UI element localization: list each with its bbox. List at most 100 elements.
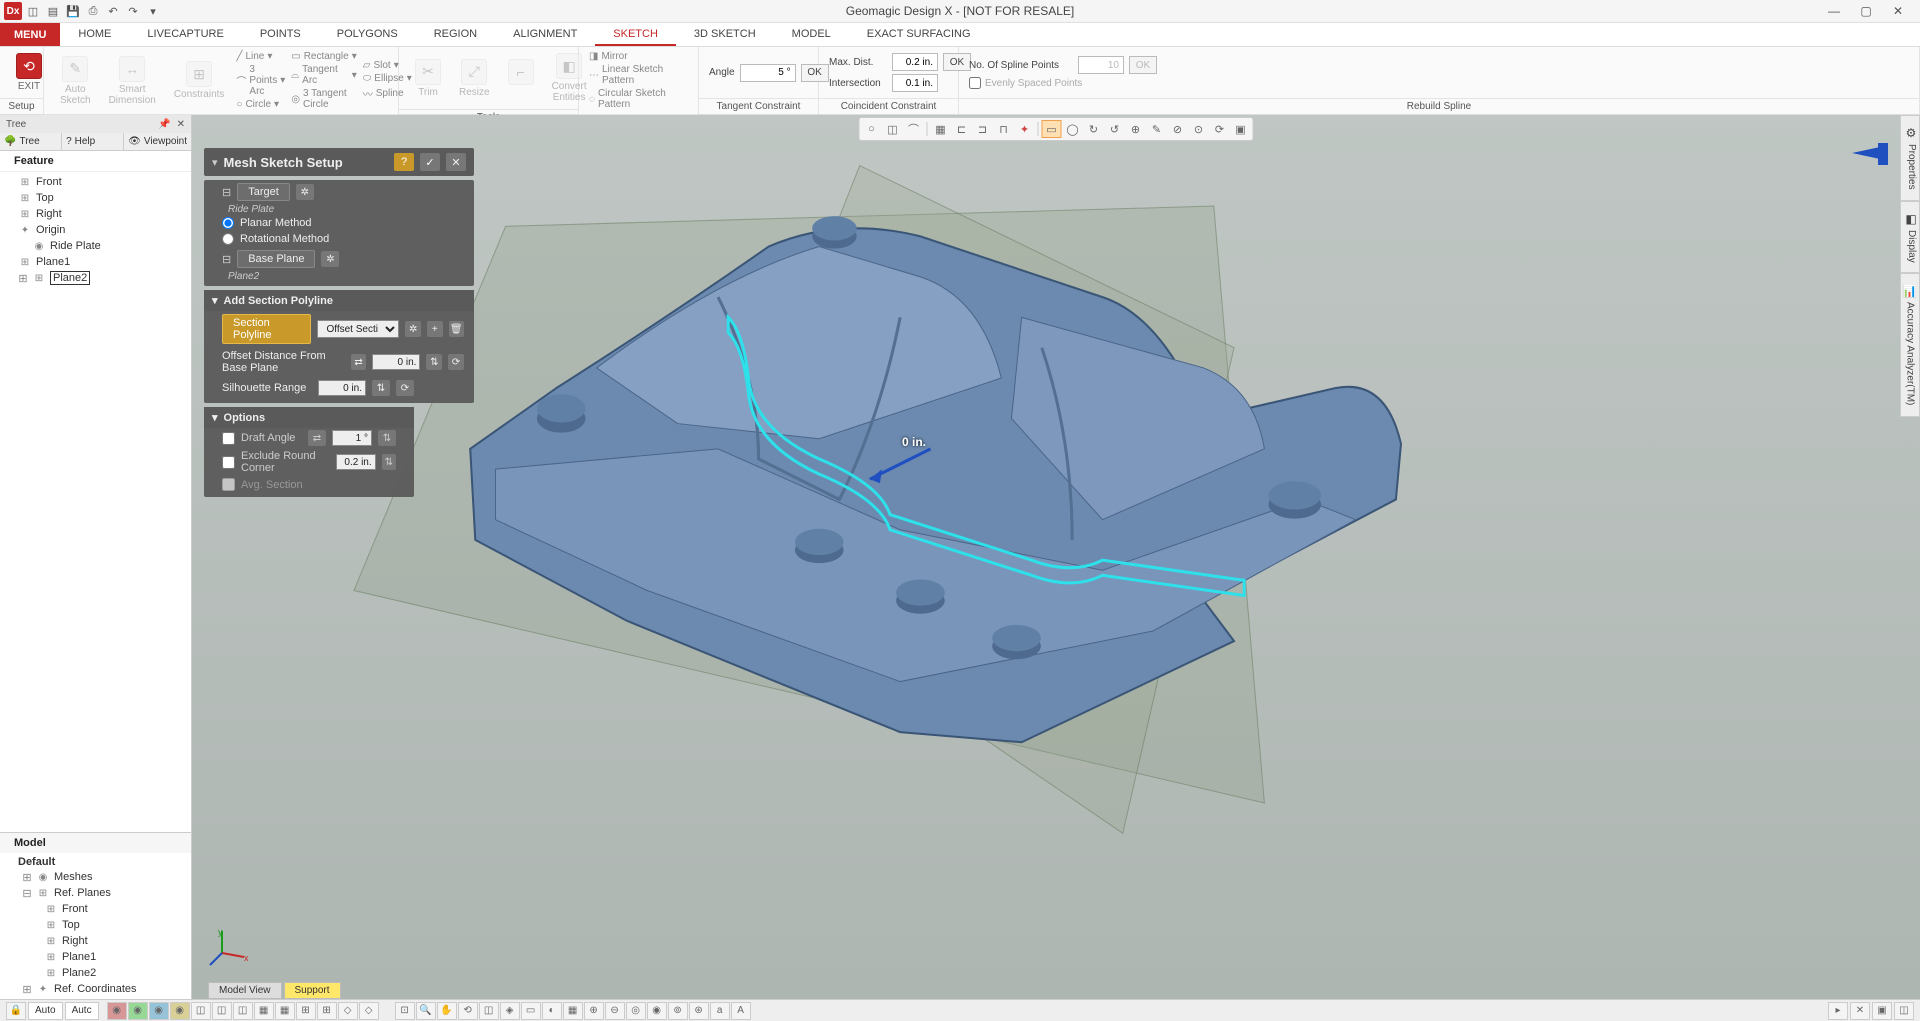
model-item-refplanes[interactable]: ⊟⊞Ref. Planes [0, 885, 191, 901]
exclude-round-checkbox[interactable] [222, 456, 235, 469]
view-pan[interactable]: ✋ [437, 1002, 457, 1020]
baseplane-select-icon[interactable]: ✲ [321, 251, 339, 267]
properties-bar[interactable]: ⚙Properties [1900, 115, 1920, 201]
tab-3dsketch[interactable]: 3D SKETCH [676, 23, 774, 46]
refresh-icon[interactable]: ⟳ [396, 380, 414, 396]
auto-sketch-button[interactable]: ✎ AutoSketch [54, 54, 97, 108]
offset-section-select[interactable]: Offset Section 1 [317, 320, 399, 338]
tree-item-origin[interactable]: ✦Origin [0, 222, 191, 238]
view-tool-11[interactable]: ↺ [1105, 120, 1125, 138]
tab-model[interactable]: MODEL [774, 23, 849, 46]
qat-print-icon[interactable]: ⎙ [84, 2, 102, 20]
view-iso[interactable]: ◈ [500, 1002, 520, 1020]
add-section-header[interactable]: ▾ Add Section Polyline [204, 290, 474, 311]
view-tool-7[interactable]: ⊓ [994, 120, 1014, 138]
view-x1[interactable]: ⊕ [584, 1002, 604, 1020]
tab-alignment[interactable]: ALIGNMENT [495, 23, 595, 46]
view-tool-6[interactable]: ⊐ [973, 120, 993, 138]
view-x6[interactable]: ⊛ [689, 1002, 709, 1020]
draft-angle-checkbox[interactable] [222, 432, 235, 445]
view-x3[interactable]: ◎ [626, 1002, 646, 1020]
view-tool-12[interactable]: ⊕ [1126, 120, 1146, 138]
target-select-icon[interactable]: ✲ [296, 184, 314, 200]
avg-section-checkbox[interactable] [222, 478, 235, 491]
arc-tool[interactable]: ⌒ 3 Points Arc ▾ [236, 64, 285, 97]
refresh-icon[interactable]: ⟳ [448, 354, 464, 370]
target-pill[interactable]: Target [237, 183, 290, 201]
minimize-button[interactable]: — [1822, 2, 1846, 20]
section-select-icon[interactable]: ✲ [405, 321, 421, 337]
vis-10[interactable]: ⊞ [296, 1002, 316, 1020]
status-r2[interactable]: ✕ [1850, 1002, 1870, 1020]
linear-pattern-tool[interactable]: ⋯ Linear Sketch Pattern [589, 64, 688, 86]
baseplane-pill[interactable]: Base Plane [237, 250, 315, 268]
tab-home[interactable]: HOME [60, 23, 129, 46]
tab-model-view[interactable]: Model View [208, 982, 282, 999]
qat-redo-icon[interactable]: ↷ [124, 2, 142, 20]
close-panel-icon[interactable]: ✕ [177, 119, 185, 130]
dialog-close-button[interactable]: ✕ [446, 153, 466, 171]
collapse-icon[interactable]: ⊟ [222, 253, 231, 266]
tree-tab-viewpoint[interactable]: 👁Viewpoint [124, 133, 191, 150]
tab-exactsurfacing[interactable]: EXACT SURFACING [849, 23, 989, 46]
view-tool-1[interactable]: ○ [862, 120, 882, 138]
view-tool-16[interactable]: ⟳ [1210, 120, 1230, 138]
qat-undo-icon[interactable]: ↶ [104, 2, 122, 20]
constraints-button[interactable]: ⊞ Constraints [168, 59, 231, 102]
flip-icon[interactable]: ⇄ [308, 430, 326, 446]
spinner-icon[interactable]: ⇅ [382, 454, 396, 470]
view-tool-4[interactable]: ▦ [931, 120, 951, 138]
view-fit[interactable]: ⊡ [395, 1002, 415, 1020]
lock-icon[interactable]: 🔒 [6, 1002, 26, 1020]
vis-8[interactable]: ▦ [254, 1002, 274, 1020]
dialog-titlebar[interactable]: ▾ Mesh Sketch Setup ? ✓ ✕ [204, 148, 474, 176]
tangent-circle-tool[interactable]: ◎ 3 Tangent Circle [291, 88, 357, 110]
tree-item-top[interactable]: ⊞Top [0, 190, 191, 206]
vis-6[interactable]: ◫ [212, 1002, 232, 1020]
close-button[interactable]: ✕ [1886, 2, 1910, 20]
fillet-button[interactable]: ⌐ [502, 57, 540, 100]
model-item-default[interactable]: Default [0, 855, 191, 869]
smart-dimension-button[interactable]: ↔ SmartDimension [103, 54, 162, 108]
view-zoom[interactable]: 🔍 [416, 1002, 436, 1020]
vis-2[interactable]: ◉ [128, 1002, 148, 1020]
view-tool-10[interactable]: ↻ [1084, 120, 1104, 138]
view-front[interactable]: ▭ [521, 1002, 541, 1020]
status-r4[interactable]: ◫ [1894, 1002, 1914, 1020]
qat-open-icon[interactable]: ▤ [44, 2, 62, 20]
angle-input[interactable] [740, 64, 796, 82]
tree-tab-help[interactable]: ?Help [62, 133, 124, 150]
expand-icon[interactable]: ⊞ [22, 983, 32, 996]
circular-pattern-tool[interactable]: ◌ Circular Sketch Pattern [589, 88, 688, 110]
view-tool-2[interactable]: ◫ [883, 120, 903, 138]
tree-item-plane1[interactable]: ⊞Plane1 [0, 254, 191, 270]
tangent-arc-tool[interactable]: ⌓ Tangent Arc ▾ [291, 64, 357, 86]
spline-ok-button[interactable]: OK [1129, 56, 1157, 74]
view-tool-15[interactable]: ⊙ [1189, 120, 1209, 138]
model-item-rp-front[interactable]: ⊞Front [0, 901, 191, 917]
tree-item-right[interactable]: ⊞Right [0, 206, 191, 222]
vis-5[interactable]: ◫ [191, 1002, 211, 1020]
mirror-tool[interactable]: ◨ Mirror [589, 51, 688, 62]
vis-1[interactable]: ◉ [107, 1002, 127, 1020]
tab-livecapture[interactable]: LIVECAPTURE [129, 23, 241, 46]
vis-11[interactable]: ⊞ [317, 1002, 337, 1020]
model-item-rp-plane1[interactable]: ⊞Plane1 [0, 949, 191, 965]
tree-item-front[interactable]: ⊞Front [0, 174, 191, 190]
tab-support[interactable]: Support [284, 982, 341, 999]
view-x5[interactable]: ⊚ [668, 1002, 688, 1020]
spinner-icon[interactable]: ⇅ [372, 380, 390, 396]
spinner-icon[interactable]: ⇅ [426, 354, 442, 370]
view-cube[interactable]: ◫ [479, 1002, 499, 1020]
view-shade[interactable]: ◐ [542, 1002, 562, 1020]
display-bar[interactable]: ◧Display [1900, 201, 1920, 274]
view-x4[interactable]: ◉ [647, 1002, 667, 1020]
menu-button[interactable]: MENU [0, 23, 60, 46]
expand-icon[interactable]: ⊞ [18, 272, 28, 285]
exit-button[interactable]: ⟲ EXIT [10, 51, 48, 94]
vis-12[interactable]: ◇ [338, 1002, 358, 1020]
view-rotate[interactable]: ⟲ [458, 1002, 478, 1020]
spinner-icon[interactable]: ⇅ [378, 430, 396, 446]
status-r1[interactable]: ▸ [1828, 1002, 1848, 1020]
view-tool-3[interactable]: ⌒ [904, 120, 924, 138]
